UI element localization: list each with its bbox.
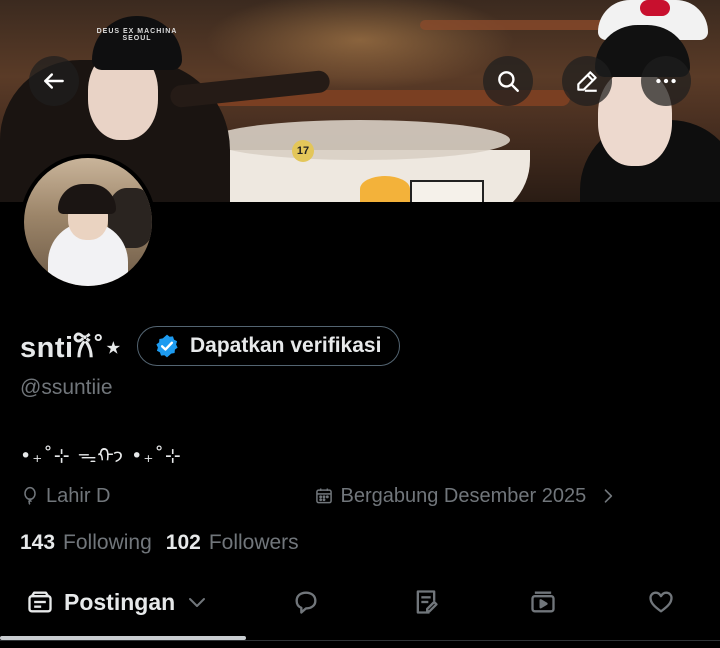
- speech-bubble-icon: [295, 591, 317, 614]
- tabs-divider: [0, 640, 720, 641]
- tab-posts-label: Postingan: [64, 588, 176, 615]
- birth-date-text: Lahir D: [46, 484, 111, 507]
- balloon-icon: [24, 486, 36, 505]
- edit-profile-button[interactable]: [562, 56, 612, 106]
- calendar-icon: [316, 488, 333, 504]
- profile-meta-row: Lahir D Bergabung Desember 2025: [20, 484, 624, 508]
- banner-decoration: [210, 120, 510, 160]
- birth-date-item: Lahir D: [20, 484, 314, 508]
- followers-label[interactable]: Followers: [209, 531, 299, 555]
- tab-posts[interactable]: Postingan: [26, 570, 209, 634]
- tab-likes[interactable]: [633, 570, 689, 634]
- banner-decoration: [410, 180, 484, 202]
- banner-decoration: [360, 176, 410, 202]
- heart-icon: [649, 591, 673, 613]
- redacted-birth-date: [112, 484, 289, 508]
- avatar-image: [24, 158, 152, 286]
- search-button[interactable]: [483, 56, 533, 106]
- posts-icon: [28, 591, 52, 613]
- profile-tabs: Postingan: [0, 570, 720, 640]
- follow-stats: 143 Following 102 Followers: [20, 531, 313, 555]
- followers-count[interactable]: 102: [166, 531, 201, 555]
- video-icon: [531, 591, 555, 613]
- more-options-button[interactable]: [641, 56, 691, 106]
- article-icon: [416, 590, 438, 614]
- banner-cap: DEUS EX MACHINA SEOUL: [92, 16, 182, 70]
- back-button[interactable]: [29, 56, 79, 106]
- chevron-down-icon: [189, 598, 206, 607]
- name-row: snti𐙚˚⋆ Dapatkan verifikasi: [20, 326, 401, 366]
- search-icon: [498, 71, 519, 92]
- arrow-left-icon: [44, 73, 64, 89]
- get-verified-button[interactable]: Dapatkan verifikasi: [136, 326, 401, 366]
- get-verified-label: Dapatkan verifikasi: [189, 334, 382, 357]
- user-handle: @ssuntiie: [20, 376, 113, 399]
- pencil-icon: [577, 71, 597, 92]
- avatar[interactable]: [20, 154, 156, 290]
- join-date-text: Bergabung Desember 2025: [340, 484, 587, 507]
- banner-bow: [640, 0, 670, 16]
- following-count[interactable]: 143: [20, 531, 55, 555]
- profile-bio: •₊˚⊹ ᯓᡣ𐭩 •₊˚⊹: [20, 445, 182, 467]
- tab-replies[interactable]: [278, 570, 334, 634]
- banner-table-number: 17: [292, 140, 314, 162]
- tab-articles[interactable]: [398, 570, 454, 634]
- more-horizontal-icon: [656, 78, 676, 84]
- chevron-right-icon: [604, 489, 613, 503]
- avatar-decoration: [58, 184, 116, 214]
- tab-media[interactable]: [515, 570, 571, 634]
- join-date-item[interactable]: Bergabung Desember 2025: [314, 485, 624, 508]
- following-label[interactable]: Following: [63, 531, 152, 555]
- display-name: snti𐙚˚⋆: [20, 331, 123, 364]
- verified-badge-icon: [156, 334, 178, 358]
